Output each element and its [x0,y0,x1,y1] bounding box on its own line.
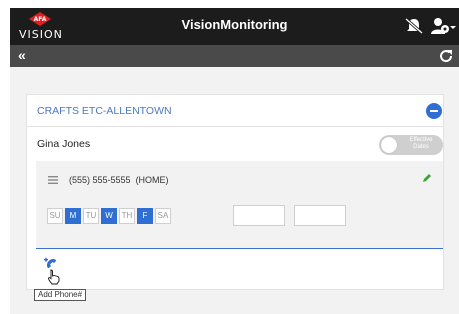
phone-type: (HOME) [135,175,169,185]
day-wednesday[interactable]: W [101,208,117,224]
phone-number-label: (555) 555-5555 (HOME) [69,175,169,185]
drag-handle-icon[interactable] [48,176,58,184]
store-contact-card: CRAFTS ETC-ALLENTOWN Gina Jones Effectiv… [26,94,444,290]
window-frame-left [0,0,10,314]
day-thursday[interactable]: TH [119,208,135,224]
day-friday[interactable]: F [137,208,153,224]
contact-row: Gina Jones Effective Dates [27,127,443,161]
day-sunday[interactable]: SU [47,208,63,224]
notifications-off-icon[interactable] [405,18,423,34]
toggle-label: Effective Dates [409,137,433,150]
add-phone-tooltip: Add Phone# [34,289,87,301]
contact-name: Gina Jones [37,138,91,150]
time-to-input[interactable] [294,205,346,226]
app-title: VisionMonitoring [181,17,288,32]
toggle-knob [381,137,397,153]
chevron-down-icon [450,26,456,29]
day-saturday[interactable]: SA [155,208,171,224]
day-monday[interactable]: M [65,208,81,224]
collapse-card-button[interactable] [426,103,442,119]
edit-pencil-icon[interactable] [422,173,432,183]
collapse-sidebar-button[interactable]: « [18,47,26,63]
refresh-icon[interactable] [438,48,454,64]
pointer-hand-icon [48,269,60,285]
phone-number: (555) 555-5555 [69,175,131,185]
phone-entry: (555) 555-5555 (HOME) SU M TU W TH F SA [36,161,443,249]
day-tuesday[interactable]: TU [83,208,99,224]
store-name[interactable]: CRAFTS ETC-ALLENTOWN [37,105,172,117]
effective-dates-toggle[interactable]: Effective Dates [379,135,443,155]
user-menu-icon[interactable] [430,17,456,35]
app-window: AFA VISION VisionMonitoring « CRAFTS ETC… [10,8,459,314]
toolbar: « [10,45,459,67]
card-header: CRAFTS ETC-ALLENTOWN [27,95,443,127]
time-from-input[interactable] [233,205,285,226]
top-header-bar: AFA VISION VisionMonitoring [10,8,459,45]
day-selector: SU M TU W TH F SA [47,208,171,224]
window-frame-top [0,0,459,8]
add-phone-row [27,249,443,289]
